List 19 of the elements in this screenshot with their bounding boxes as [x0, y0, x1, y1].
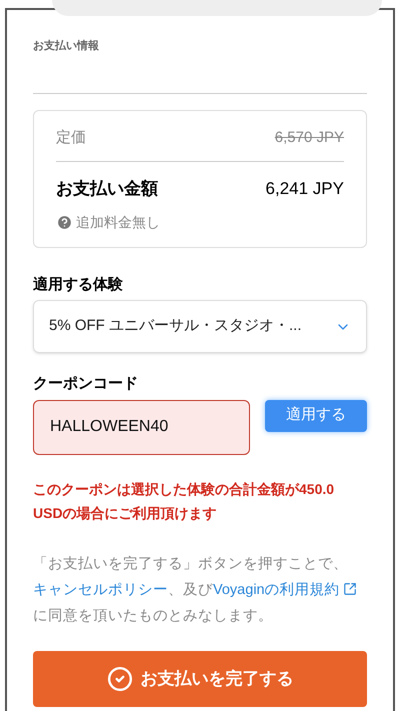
list-price: 6,570 JPY [274, 128, 344, 148]
pay-button[interactable]: お支払いを完了する [33, 650, 367, 706]
total-price: 6,241 JPY [266, 178, 344, 200]
external-link-icon[interactable] [342, 582, 357, 596]
total-label: お支払い金額 [56, 178, 158, 200]
section-title: お支払い情報 [33, 38, 100, 54]
error-message: このクーポンは選択した体験の合計金額が450.0 USDの場合にご利用頂けます [33, 480, 336, 523]
apply-button[interactable]: 適用する [265, 400, 367, 432]
help-icon[interactable] [56, 214, 73, 230]
coupon-label: クーポンコード [33, 374, 139, 394]
list-price-label: 定価 [56, 128, 86, 148]
check-icon [106, 666, 132, 692]
cancel-policy-link[interactable]: キャンセルポリシー [33, 582, 168, 598]
note-text: 追加料金無し [76, 212, 160, 232]
terms-text: 「お支払いを完了する」ボタンを押すことで、 キャンセルポリシー、及びVoyaginの利用規約 に同意を頂いたものとみなします。 [33, 550, 367, 628]
terms-link[interactable]: Voyaginの利用規約 [213, 582, 340, 598]
experience-label: 適用する体験 [33, 274, 124, 294]
coupon-field[interactable]: HALLOWEEN40 [33, 400, 250, 454]
experience-select[interactable]: 5% OFF ユニバーサル・スタジオ・... [33, 300, 367, 353]
